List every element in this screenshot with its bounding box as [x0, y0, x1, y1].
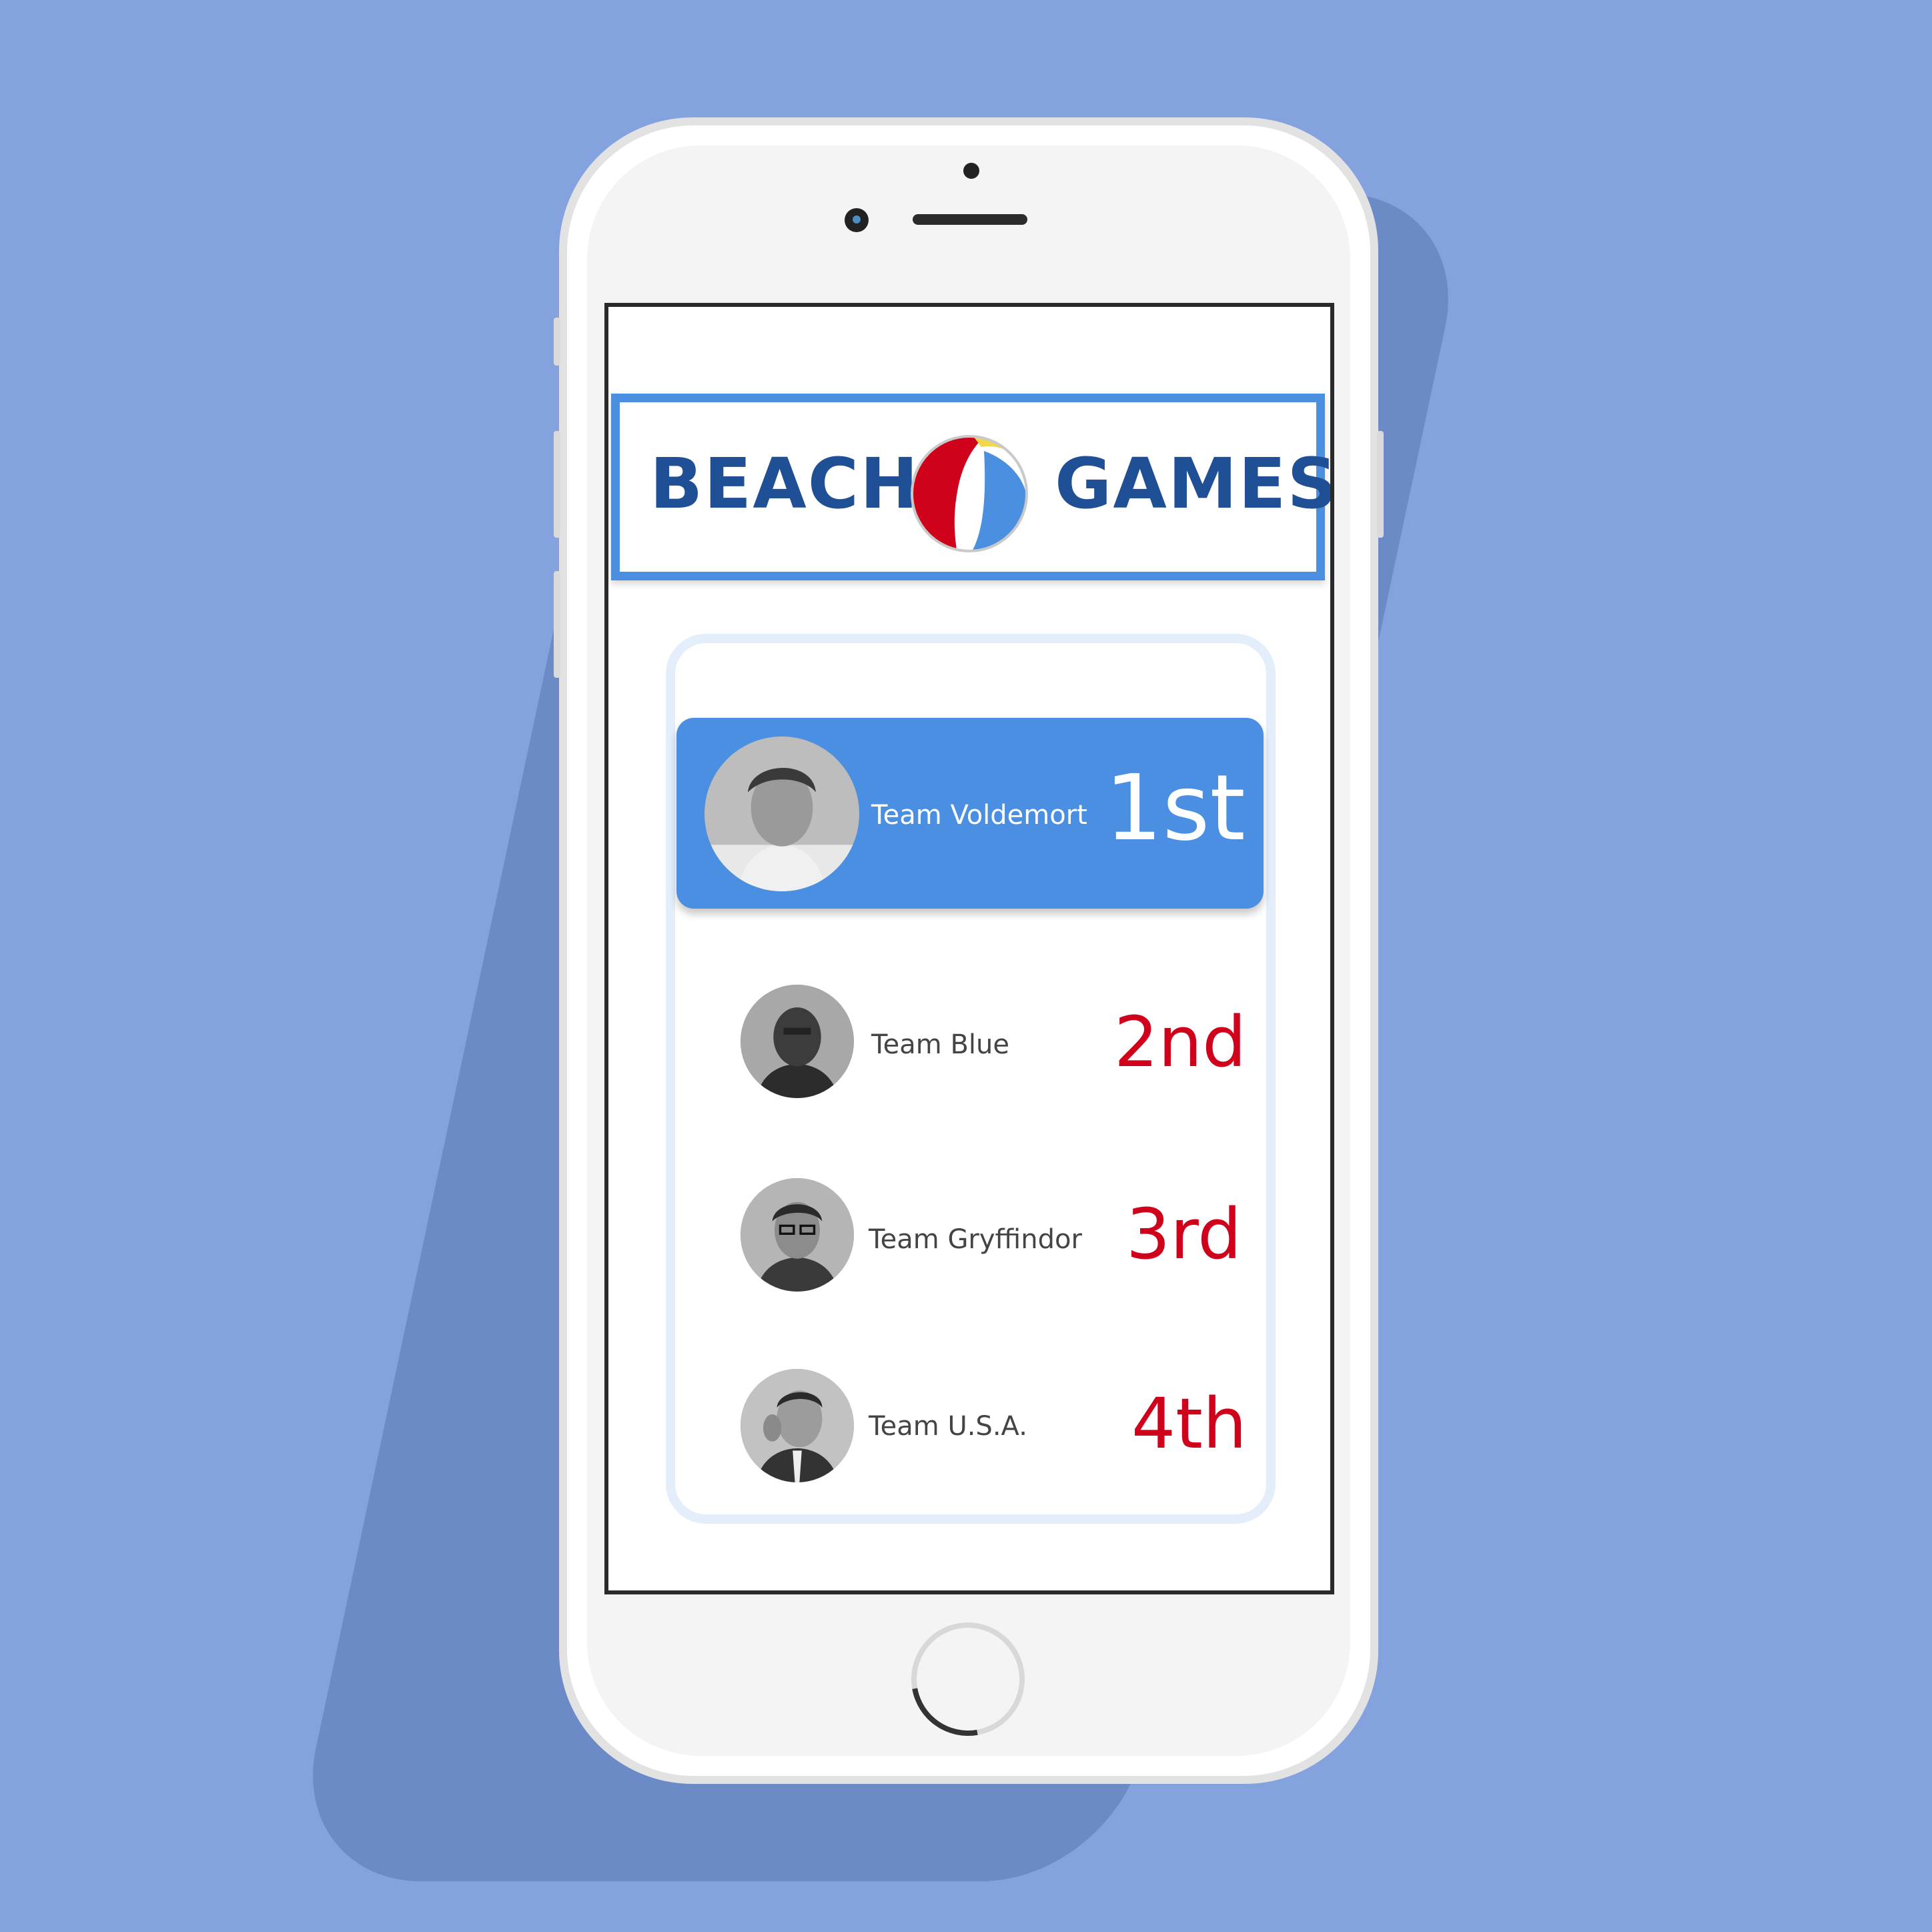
- leaderboard-row-1[interactable]: Team Voldemort 1st: [676, 718, 1264, 909]
- volume-up-button: [554, 431, 560, 538]
- app-screen: BEACH GAMES Team Voldemort 1st Team Blue…: [604, 303, 1334, 1594]
- logo-word-games: GAMES: [1055, 443, 1334, 524]
- person-avatar-icon: [704, 737, 859, 891]
- team-name: Team Voldemort: [871, 800, 1087, 831]
- front-camera: [845, 208, 869, 232]
- beach-ball-icon: [911, 435, 1028, 552]
- team-name: Team Gryffindor: [869, 1224, 1082, 1255]
- team-blue-avatar: [741, 985, 854, 1098]
- team-rank: 4th: [1131, 1383, 1247, 1464]
- leaderboard-row-2[interactable]: Team Blue 2nd: [672, 974, 1260, 1167]
- person-avatar-icon: [741, 1178, 854, 1292]
- team-rank: 2nd: [1114, 1001, 1247, 1083]
- team-rank: 3rd: [1126, 1193, 1242, 1275]
- silent-switch: [554, 318, 560, 366]
- leaderboard-row-3[interactable]: Team Gryffindor 3rd: [672, 1167, 1260, 1361]
- power-button: [1377, 431, 1384, 538]
- proximity-sensor: [963, 163, 979, 179]
- earpiece-speaker: [913, 214, 1027, 225]
- team-voldemort-avatar: [704, 737, 859, 891]
- person-avatar-icon: [741, 985, 854, 1098]
- volume-down-button: [554, 571, 560, 678]
- logo-word-beach: BEACH: [650, 443, 920, 524]
- person-avatar-icon: [741, 1369, 854, 1482]
- team-name: Team U.S.A.: [869, 1411, 1027, 1442]
- team-name: Team Blue: [871, 1029, 1009, 1060]
- team-rank: 1st: [1105, 756, 1246, 861]
- team-gryffindor-avatar: [741, 1178, 854, 1292]
- leaderboard-row-4[interactable]: Team U.S.A. 4th: [672, 1358, 1260, 1552]
- team-usa-avatar: [741, 1369, 854, 1482]
- app-header-logo: BEACH GAMES: [611, 394, 1330, 580]
